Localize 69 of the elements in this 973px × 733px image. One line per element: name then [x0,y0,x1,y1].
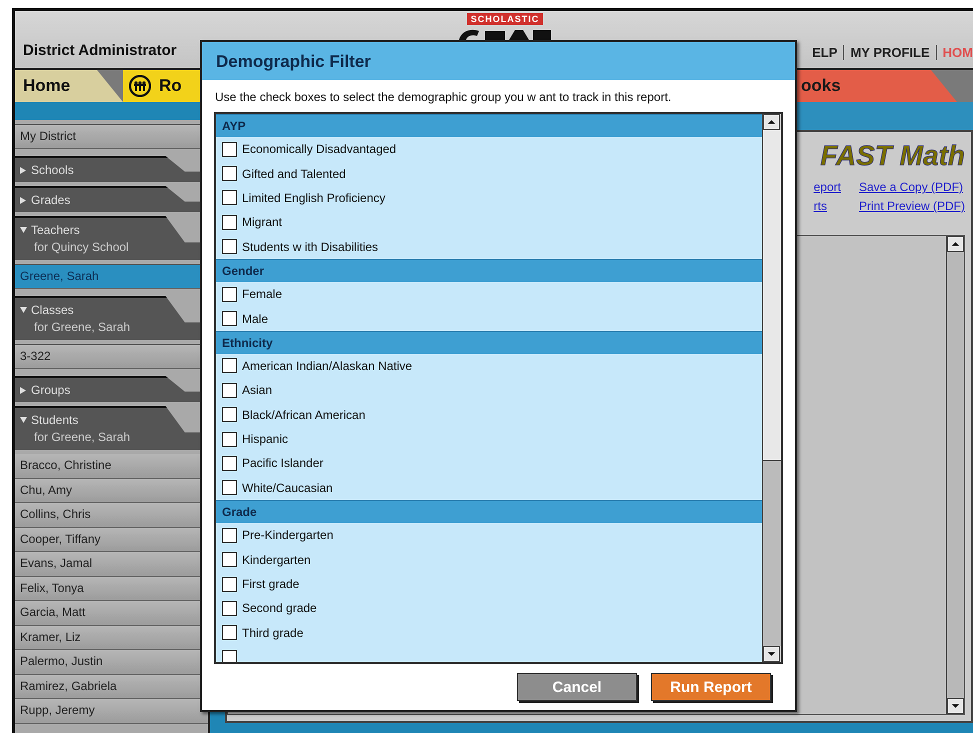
checkbox-option[interactable]: Economically Disadvantaged [216,137,762,162]
expanded-arrow-icon [20,417,27,423]
expanded-arrow-icon [20,227,27,233]
checkbox[interactable] [222,239,237,254]
scroll-down-icon [763,646,780,662]
checkbox[interactable] [222,311,237,326]
checkbox[interactable] [222,166,237,182]
checkbox-option[interactable]: Limited English Proficiency [216,186,762,210]
group-header: Ethnicity [216,330,762,354]
checkbox[interactable] [222,528,237,543]
checkbox-option[interactable]: Third grade [216,620,762,646]
people-icon [129,75,151,97]
report-link[interactable]: eport [814,180,841,194]
checkbox-option[interactable]: Male [216,306,762,331]
checkbox[interactable] [222,358,237,374]
checkbox[interactable] [222,382,237,398]
checkbox-option[interactable]: Female [216,282,762,306]
scroll-down-icon [947,698,964,714]
report-link[interactable]: Print Preview (PDF) [858,199,965,213]
nav-link[interactable]: ELP [806,45,844,60]
product-logo: FAST Math [820,140,965,172]
nav-tab[interactable]: Ro [123,70,200,102]
checkbox[interactable] [222,407,237,422]
report-link[interactable]: rts [814,199,841,213]
checkbox-option[interactable]: Gifted and Talented [216,161,762,186]
user-role-label: District Administrator [22,42,177,61]
checkbox-option[interactable]: Black/African American [216,402,762,427]
nav-link[interactable]: MY PROFILE [843,45,936,60]
dialog-title: Demographic Filter [202,42,795,80]
checkbox[interactable] [222,480,237,496]
checkbox-option[interactable]: White/Caucasian [216,476,762,500]
checkbox-option[interactable]: Pre-Kindergarten [216,523,762,548]
group-header: Grade [216,500,762,524]
checkbox-option[interactable]: Kindergarten [216,547,762,572]
checkbox[interactable] [222,576,237,592]
scroll-up-icon [763,114,780,130]
group-header: Gender [216,258,762,282]
group-header: AYP [216,114,762,137]
checkbox[interactable] [222,286,237,302]
checkbox-option[interactable]: Hispanic [216,426,762,452]
brand-logo: SCHOLASTIC [466,13,544,25]
expanded-arrow-icon [20,307,27,313]
checkbox[interactable] [222,552,237,568]
checkbox-option[interactable]: Second grade [216,596,762,621]
checkbox[interactable] [222,625,237,640]
checkbox-option[interactable]: American Indian/Alaskan Native [216,354,762,378]
checkbox-option[interactable]: First grade [216,572,762,596]
report-link[interactable]: Save a Copy (PDF) [858,180,965,194]
nav-tab[interactable]: Home [15,70,123,102]
checkbox-option[interactable]: Migrant [216,210,762,235]
sidebar-item[interactable]: Rupp, Jeremy [15,699,208,724]
checkbox[interactable] [222,190,237,206]
scrollbar[interactable] [762,114,781,662]
scrollbar[interactable] [946,236,964,714]
checkbox-option[interactable]: Students w ith Disabilities [216,234,762,259]
checkbox[interactable] [222,214,237,230]
checkbox[interactable] [222,650,237,662]
nav-tab[interactable]: ooks [797,70,957,102]
checkbox-option[interactable]: Pacific Islander [216,451,762,476]
collapsed-arrow-icon [20,386,26,394]
checkbox[interactable] [222,456,237,471]
checkbox[interactable] [222,432,237,447]
checkbox-option[interactable]: Asian [216,378,762,403]
collapsed-arrow-icon [20,166,26,174]
checkbox[interactable] [222,142,237,157]
checkbox[interactable] [222,600,237,616]
scroll-up-icon [947,236,964,252]
instruction-text: Use the check boxes to select the demographic group you w ant to track in this report. [214,89,672,106]
collapsed-arrow-icon [20,196,26,204]
